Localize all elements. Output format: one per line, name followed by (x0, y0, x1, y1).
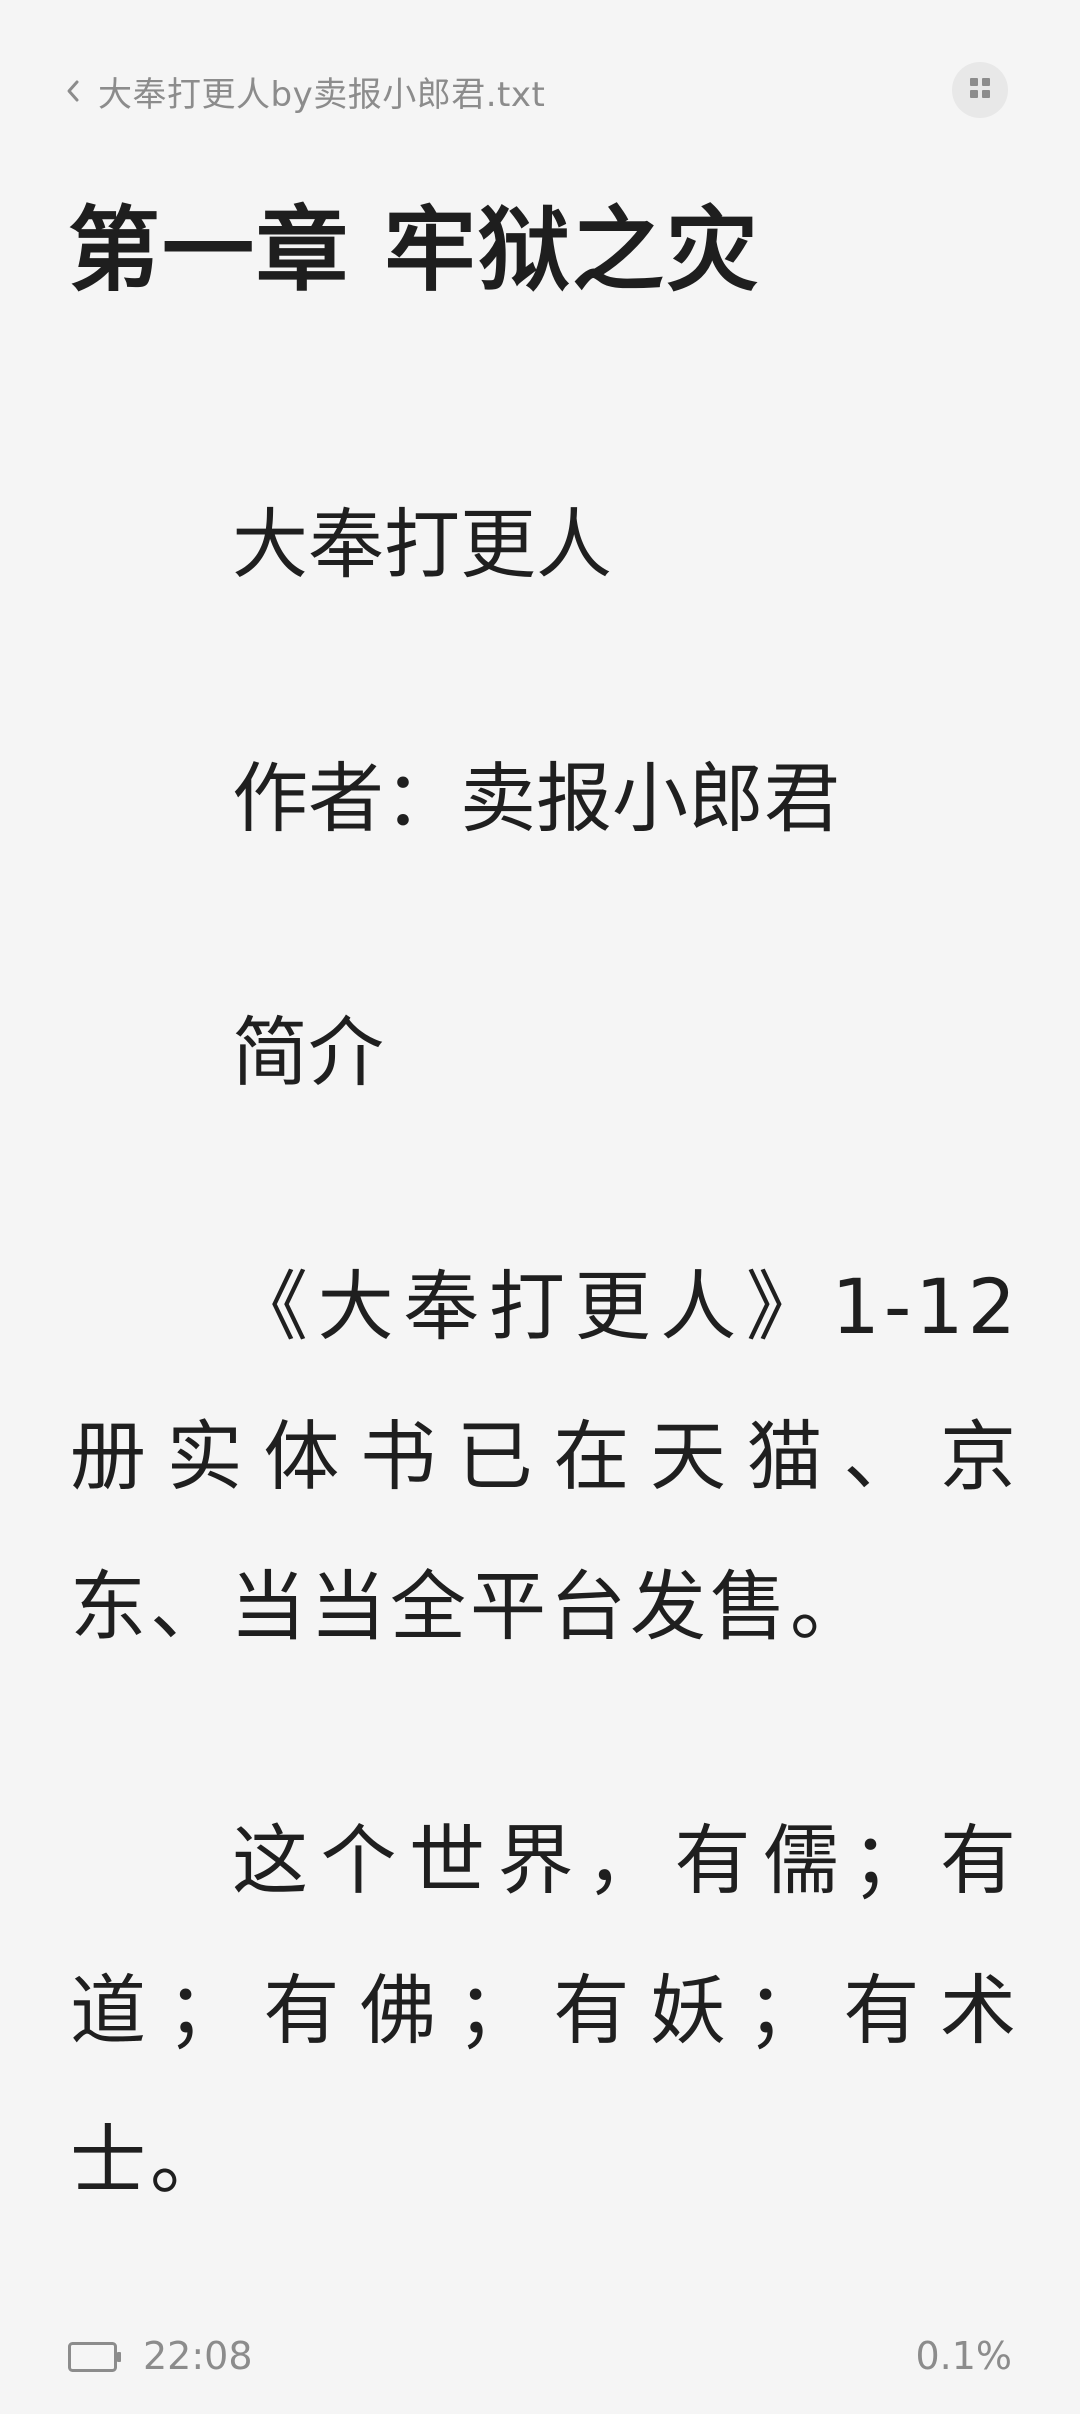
reading-content[interactable]: 大奉打更人 作者：卖报小郎君 简介 《大奉打更人》1-12 册实体书已在天猫、京… (70, 470, 1020, 2340)
reader-status-bar: 22:08 0.1% (0, 2330, 1080, 2390)
paragraph: 简介 (232, 1008, 384, 1097)
book-file-title: 大奉打更人by卖报小郎君.txt (98, 74, 546, 115)
paragraph: 《大奉打更人》1-12 册实体书已在天猫、京东、当当全平台发售。 (70, 1262, 1020, 1651)
battery-icon (68, 2342, 122, 2372)
grid-icon (968, 76, 992, 104)
chapter-title: 第一章 牢狱之灾 (68, 196, 761, 304)
paragraph: 作者：卖报小郎君 (232, 754, 840, 843)
menu-button[interactable] (952, 62, 1008, 118)
paragraph: 大奉打更人 (232, 500, 612, 589)
chevron-left-icon (66, 79, 80, 103)
clock-time: 22:08 (143, 2334, 253, 2378)
paragraph: 这个世界，有儒；有道；有佛；有妖；有术士。 (70, 1816, 1020, 2205)
reader-top-bar: 大奉打更人by卖报小郎君.txt (0, 56, 1080, 126)
reading-progress: 0.1% (915, 2334, 1012, 2378)
back-button[interactable]: 大奉打更人by卖报小郎君.txt (66, 68, 546, 115)
